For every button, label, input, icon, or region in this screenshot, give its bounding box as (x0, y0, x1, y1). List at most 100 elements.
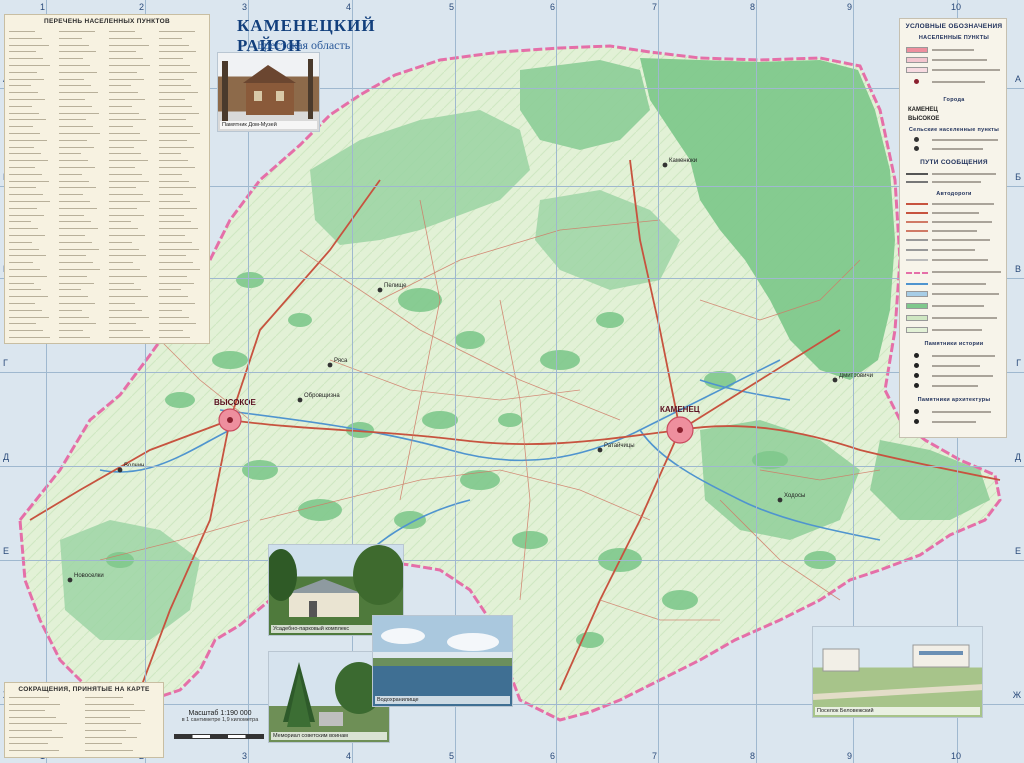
legend-entry-placeholder (932, 283, 986, 285)
index-entry-placeholder (159, 173, 182, 175)
village-label: Пелище (384, 283, 407, 289)
village-marker[interactable] (327, 362, 333, 368)
legend-symbol (906, 47, 928, 53)
village-marker[interactable] (297, 397, 303, 403)
index-entry-placeholder (159, 99, 185, 100)
legend-entry-placeholder (932, 148, 983, 150)
index-entry-placeholder (9, 262, 33, 264)
index-entry-placeholder (59, 214, 84, 216)
legend-symbol (906, 181, 928, 183)
index-entry-placeholder (9, 316, 49, 318)
photo-lake: Водохранилище (372, 615, 513, 707)
abbrev-entry-placeholder (9, 697, 49, 698)
village-marker[interactable] (832, 377, 838, 383)
index-entry-placeholder (59, 201, 90, 202)
index-entry-placeholder (9, 330, 43, 332)
village-marker[interactable] (777, 497, 783, 503)
index-entry-placeholder (109, 228, 138, 230)
district-map: КАМЕНЕЦ ВЫСОКОЕ Каменюки Ряса Ратайчицы Обр… (0, 0, 1024, 763)
index-entry-placeholder (109, 78, 144, 80)
grid-row-label: Е (3, 546, 10, 556)
index-entry-placeholder (159, 255, 186, 257)
index-entry-placeholder (159, 126, 193, 128)
legend-entry-placeholder (932, 212, 979, 214)
index-entry-placeholder (9, 248, 39, 250)
abbrev-entry-placeholder (85, 710, 145, 712)
village-marker[interactable] (117, 467, 123, 473)
legend-entry-placeholder (932, 59, 987, 61)
grid-row-label: Е (1014, 546, 1021, 556)
index-entry-placeholder (59, 99, 85, 100)
grid-col-label: 1 (40, 2, 46, 12)
village-marker[interactable] (377, 287, 383, 293)
index-entry-placeholder (9, 228, 38, 230)
index-entry-placeholder (9, 337, 50, 338)
grid-col-label: 3 (242, 751, 248, 761)
index-entry-placeholder (159, 146, 194, 148)
legend-roads-head: ПУТИ СООБЩЕНИЯ (920, 159, 988, 166)
village-label: Ряса (334, 358, 348, 364)
index-entry-placeholder (159, 248, 199, 250)
index-entry-placeholder (109, 51, 136, 53)
index-entry-placeholder (109, 337, 150, 338)
index-entry-placeholder (59, 207, 97, 209)
index-entry-placeholder (159, 228, 198, 230)
index-entry-placeholder (159, 201, 190, 202)
legend-entry-placeholder (932, 317, 997, 319)
index-entry-placeholder (109, 105, 132, 107)
index-entry-placeholder (59, 173, 82, 175)
index-entry-placeholder (109, 289, 141, 291)
index-entry-placeholder (59, 289, 81, 291)
grid-col-label: 2 (139, 2, 145, 12)
legend-history-head: Памятники истории (924, 341, 984, 347)
index-entry-placeholder (159, 241, 192, 243)
index-entry-placeholder (109, 269, 140, 270)
index-entry-placeholder (9, 255, 46, 257)
legend-entry-placeholder (932, 305, 984, 307)
index-entry-placeholder (9, 207, 37, 209)
index-entry-placeholder (9, 44, 49, 46)
map-title-block: КАМЕНЕЦКИЙ РАЙОН Брестская область (225, 14, 435, 55)
town-vysokoe[interactable] (218, 408, 242, 432)
index-entry-placeholder (159, 262, 193, 264)
grid-row-label: В (1014, 264, 1021, 274)
village-marker[interactable] (597, 447, 603, 453)
legend-symbol (914, 353, 919, 358)
index-entry-placeholder (159, 78, 184, 80)
index-entry-placeholder (9, 31, 35, 32)
index-entry-placeholder (109, 303, 135, 304)
index-entry-placeholder (159, 180, 189, 182)
grid-col-label: 7 (652, 751, 658, 761)
village-label: Ратайчицы (604, 442, 635, 449)
index-entry-placeholder (59, 269, 100, 270)
index-entry-placeholder (109, 153, 141, 155)
index-entry-placeholder (109, 235, 145, 236)
village-marker[interactable] (67, 577, 73, 583)
photo-monument-caption: Мемориал советским воинам (271, 732, 387, 740)
index-entry-placeholder (159, 282, 194, 284)
index-entry-placeholder (159, 51, 196, 53)
index-entry-placeholder (159, 133, 200, 134)
index-entry-placeholder (159, 194, 183, 196)
index-entry-placeholder (159, 112, 199, 114)
village-marker[interactable] (662, 162, 668, 168)
index-entry-placeholder (159, 221, 191, 223)
index-entry-placeholder (9, 241, 32, 243)
index-entry-placeholder (159, 289, 181, 291)
legend-symbol (914, 373, 919, 378)
abbrev-entry-placeholder (85, 697, 123, 698)
town-kamenets[interactable] (666, 416, 694, 444)
index-entry-placeholder (9, 282, 34, 284)
legend-entry-placeholder (932, 355, 995, 357)
index-entry-placeholder (159, 269, 200, 270)
index-entry-placeholder (59, 112, 99, 114)
index-entry-placeholder (109, 201, 150, 202)
index-entry-placeholder (109, 37, 142, 39)
legend-entry-placeholder (932, 203, 994, 205)
legend-symbol (906, 327, 928, 333)
index-entry-placeholder (9, 133, 40, 134)
abbrev-entry-placeholder (9, 723, 67, 725)
index-entry-placeholder (159, 235, 185, 236)
grid-row-label: Ж (1012, 690, 1021, 700)
grid-col-label: 10 (951, 751, 962, 761)
